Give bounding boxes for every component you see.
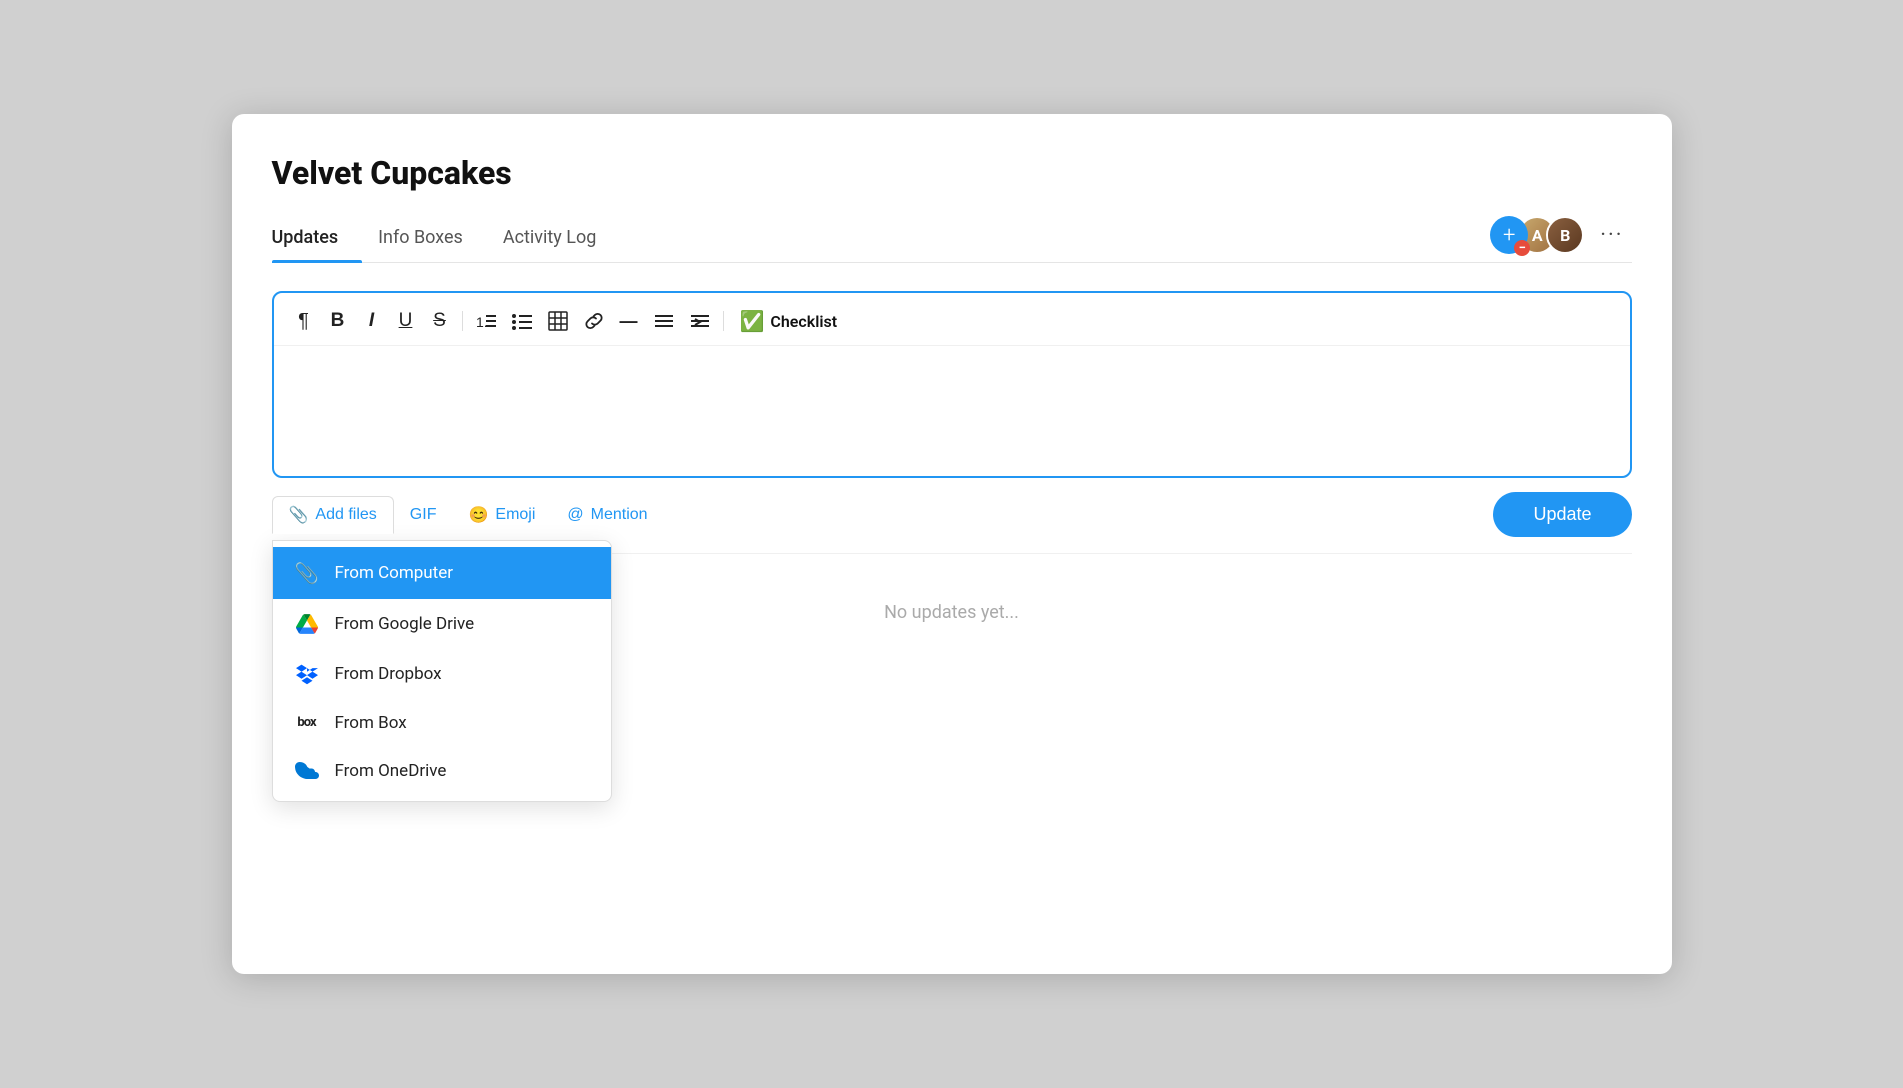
dropdown-item-from-google-drive[interactable]: From Google Drive (273, 599, 611, 649)
more-options-button[interactable]: ··· (1592, 219, 1631, 252)
tab-activity-log[interactable]: Activity Log (503, 217, 620, 262)
page-title: Velvet Cupcakes (272, 154, 1632, 192)
update-button[interactable]: Update (1493, 492, 1631, 537)
add-files-label: Add files (315, 506, 376, 524)
tabs-row: Updates Info Boxes Activity Log + − A B … (272, 216, 1632, 263)
add-files-button[interactable]: 📎 Add files (272, 496, 394, 534)
dropdown-item-from-computer[interactable]: 📎 From Computer (273, 547, 611, 599)
toolbar-bold-button[interactable]: B (324, 308, 352, 334)
emoji-button[interactable]: 😊 Emoji (452, 497, 551, 533)
toolbar-underline-button[interactable]: U (392, 308, 420, 334)
tab-info-boxes[interactable]: Info Boxes (378, 217, 487, 262)
tabs-actions: + − A B ··· (1490, 216, 1631, 262)
gif-button[interactable]: GIF (394, 498, 453, 532)
toolbar-separator-1 (462, 311, 463, 331)
from-dropbox-label: From Dropbox (335, 664, 442, 684)
toolbar-ordered-list-button[interactable]: 1. (471, 309, 501, 333)
toolbar-table-button[interactable] (543, 309, 573, 333)
toolbar-hr-button[interactable]: — (615, 309, 643, 334)
remove-badge: − (1514, 240, 1530, 256)
from-box-label: From Box (335, 713, 407, 733)
toolbar-unordered-list-button[interactable] (507, 309, 537, 333)
toolbar-italic-button[interactable]: I (358, 308, 386, 334)
checklist-check-icon: ✅ (740, 309, 765, 333)
action-bar: 📎 Add files 📎 From Computer (272, 478, 1632, 537)
editor-container: ¶ B I U S 1. (272, 291, 1632, 478)
mention-label: Mention (591, 506, 648, 524)
dropdown-item-from-box[interactable]: box From Box (273, 699, 611, 747)
toolbar-paragraph-button[interactable]: ¶ (290, 308, 318, 335)
mention-button[interactable]: @ Mention (551, 498, 663, 532)
gif-label: GIF (410, 506, 437, 524)
toolbar-strikethrough-button[interactable]: S (426, 308, 454, 334)
dropdown-item-from-dropbox[interactable]: From Dropbox (273, 649, 611, 699)
toolbar-checklist-button[interactable]: ✅ Checklist (732, 307, 846, 335)
toolbar-link-button[interactable] (579, 309, 609, 333)
from-computer-label: From Computer (335, 563, 454, 583)
editor-toolbar: ¶ B I U S 1. (274, 293, 1630, 346)
add-files-container: 📎 Add files 📎 From Computer (272, 496, 394, 534)
svg-text:1.: 1. (476, 314, 488, 330)
main-window: Velvet Cupcakes Updates Info Boxes Activ… (232, 114, 1672, 974)
tab-updates[interactable]: Updates (272, 217, 363, 262)
toolbar-align-button[interactable] (649, 309, 679, 333)
from-google-drive-label: From Google Drive (335, 614, 475, 634)
paperclip-icon: 📎 (289, 505, 309, 525)
google-drive-icon (293, 613, 321, 635)
computer-icon: 📎 (293, 561, 321, 585)
toolbar-separator-2 (723, 311, 724, 331)
emoji-label: Emoji (495, 506, 535, 524)
dropdown-item-from-onedrive[interactable]: From OneDrive (273, 747, 611, 795)
onedrive-icon (293, 762, 321, 779)
emoji-icon: 😊 (468, 505, 488, 525)
dropbox-icon (293, 663, 321, 685)
avatar-group: + − A B (1490, 216, 1584, 254)
add-files-dropdown: 📎 From Computer From Go (272, 540, 612, 802)
add-member-button[interactable]: + − (1490, 216, 1528, 254)
from-onedrive-label: From OneDrive (335, 761, 447, 781)
editor-body[interactable] (274, 346, 1630, 476)
at-icon: @ (567, 506, 583, 524)
toolbar-indent-button[interactable] (685, 309, 715, 333)
box-icon: box (293, 715, 321, 730)
checklist-label: Checklist (770, 312, 837, 331)
avatar-2: B (1546, 216, 1584, 254)
